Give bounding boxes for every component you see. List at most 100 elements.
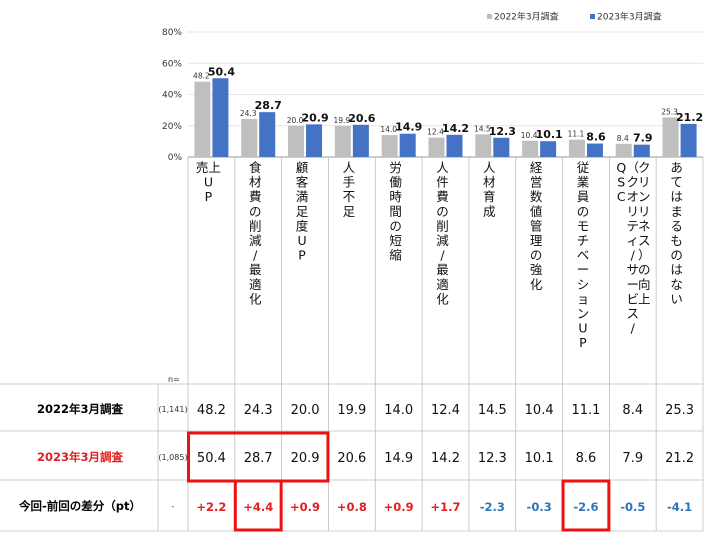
row-label: 2023年3月調査: [37, 450, 124, 464]
bar-2022: [428, 137, 445, 157]
category-label-char: U: [297, 233, 306, 248]
category-label-char: ま: [670, 204, 683, 219]
category-label-char: 化: [249, 291, 262, 306]
category-label-char: 働: [389, 175, 402, 190]
category-label-char: 営: [530, 175, 543, 190]
category-label-char: 費: [249, 189, 262, 204]
bar-2022: [615, 143, 632, 157]
data-label-2023: 10.1: [536, 128, 563, 141]
category-label-char: P: [205, 189, 213, 204]
category-label-char: の: [436, 204, 449, 219]
category-label-char: 縮: [389, 248, 402, 263]
table-cell: 10.4: [525, 403, 554, 418]
category-label-char: の: [249, 204, 262, 219]
category-label-char: 適: [249, 277, 262, 292]
bar-chart-svg: 2022年3月調査 2023年3月調査 0% 20% 40% 60% 80% 48.2 50.4…: [0, 11, 704, 532]
category-label-char: は: [670, 189, 683, 204]
category-label-char: は: [670, 262, 683, 277]
category-label-char: リ: [638, 204, 651, 219]
y-tick-label: 0%: [168, 153, 183, 163]
table-cell: -2.6: [573, 500, 598, 514]
category-label-char: P: [579, 335, 587, 350]
data-label-2023: 20.9: [301, 111, 328, 124]
category-label-char: 理: [530, 233, 543, 248]
category-label-char: C: [617, 189, 626, 204]
category-label-char: リ: [638, 175, 651, 190]
legend-label-2023: 2023年3月調査: [597, 11, 662, 23]
bar-2023: [540, 141, 557, 157]
table-cell: 12.4: [431, 403, 460, 418]
category-label-char: S: [617, 175, 625, 190]
bar-2023: [212, 78, 229, 157]
table-cell: 8.4: [622, 403, 643, 418]
row-n-count: (1,085): [158, 453, 187, 462]
table-cell: 20.9: [291, 451, 320, 466]
category-label-char: シ: [577, 277, 590, 292]
category-label-char: あ: [670, 160, 683, 175]
data-label-2023: 14.9: [395, 121, 422, 134]
table-cell: 28.7: [244, 451, 273, 466]
table-cell: 20.0: [291, 403, 320, 418]
table-cell: 48.2: [197, 403, 226, 418]
category-label-char: の: [670, 248, 683, 263]
category-label-char: 売上: [196, 160, 221, 175]
y-tick-label: 60%: [162, 59, 182, 69]
table-cell: 19.9: [337, 403, 366, 418]
table-cell: 14.2: [431, 451, 460, 466]
category-label-char: 業: [577, 175, 590, 190]
category-label-char: の: [638, 262, 651, 277]
category-label-char: ス: [627, 306, 640, 321]
data-label-2023: 50.4: [208, 65, 235, 78]
table-cell: 21.2: [665, 451, 694, 466]
bar-2022: [241, 119, 258, 157]
category-label-char: 数: [530, 189, 543, 204]
category-label-char: 管: [530, 218, 543, 233]
category-label-char: ス: [638, 233, 651, 248]
data-label-2023: 28.7: [255, 99, 282, 112]
category-label-char: 成: [483, 204, 496, 219]
n-label: n=: [168, 375, 180, 384]
row-n-count: -: [172, 502, 175, 511]
category-label-char: の: [577, 204, 590, 219]
category-label-char: 満: [296, 189, 309, 204]
table-cell: +2.2: [196, 500, 226, 514]
category-label-char: 値: [530, 204, 543, 219]
bar-2023: [586, 143, 603, 157]
table-cell: 8.6: [576, 451, 597, 466]
table-cell: -2.3: [480, 500, 505, 514]
category-label-char: 不: [343, 189, 356, 204]
table-cell: 24.3: [244, 403, 273, 418]
data-label-2023: 14.2: [442, 122, 469, 135]
bar-2023: [446, 134, 463, 157]
category-label-char: ）: [638, 248, 651, 263]
category-label-char: /: [253, 248, 258, 263]
table-cell: 50.4: [197, 451, 226, 466]
table-cell: +0.9: [384, 500, 414, 514]
category-label-char: 最: [249, 262, 262, 277]
bar-2022: [288, 125, 305, 157]
table-cell: +0.8: [337, 500, 367, 514]
table-cell: 25.3: [665, 403, 694, 418]
category-label-char: 食: [249, 160, 262, 175]
category-label-char: 費: [436, 189, 449, 204]
table-cell: 14.0: [384, 403, 413, 418]
bar-2022: [381, 135, 398, 157]
table-cell: +4.4: [243, 500, 273, 514]
bar-2023: [493, 137, 510, 157]
category-label-char: 手: [343, 175, 356, 190]
table-cell: 14.9: [384, 451, 413, 466]
category-label-char: ク: [638, 160, 651, 175]
data-label-2022: 8.4: [617, 134, 629, 143]
table-cell: +1.7: [430, 500, 460, 514]
bar-2023: [680, 123, 697, 157]
category-label-char: 減: [436, 233, 449, 248]
data-label-2023: 12.3: [489, 125, 516, 138]
category-label-char: ベ: [577, 248, 590, 263]
category-label-char: て: [670, 175, 683, 190]
category-label-char: 労: [389, 160, 402, 175]
y-tick-label: 80%: [162, 28, 182, 38]
category-label-char: /: [440, 248, 445, 263]
category-label-char: 向: [638, 277, 651, 292]
category-label-char: 足: [296, 204, 309, 219]
bar-2022: [334, 125, 351, 157]
